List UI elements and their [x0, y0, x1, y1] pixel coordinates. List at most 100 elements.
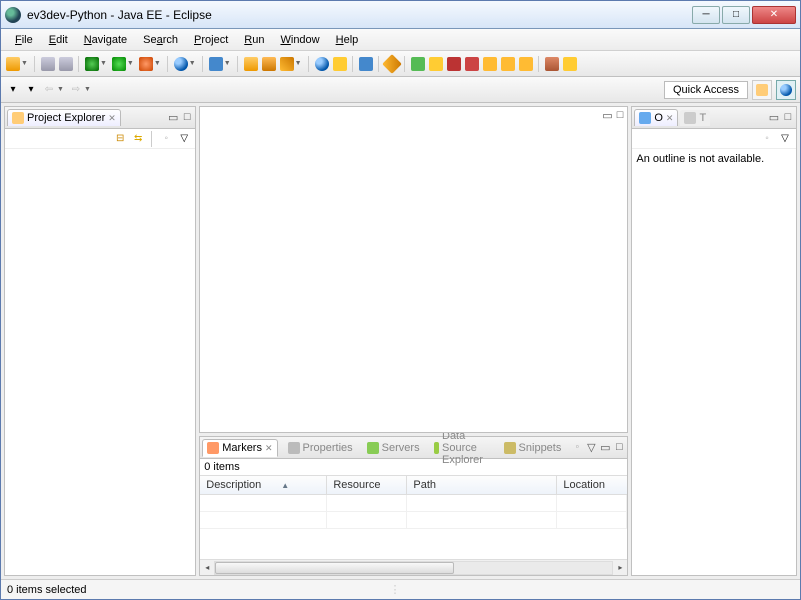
markers-table-body[interactable] — [200, 495, 627, 559]
markers-tab[interactable]: Markers ✕ — [202, 439, 277, 457]
snippets-icon — [504, 442, 516, 454]
bottom-maximize-icon[interactable]: □ — [613, 441, 625, 454]
col-location[interactable]: Location — [557, 476, 627, 494]
forward-button[interactable]: ⇨ — [68, 82, 84, 98]
project-explorer-tab[interactable]: Project Explorer ✕ — [7, 109, 121, 126]
search-button[interactable] — [314, 56, 330, 72]
scroll-right-icon[interactable]: ▸ — [613, 561, 627, 575]
outline-empty-text: An outline is not available. — [636, 153, 764, 165]
focus-task-button[interactable]: ◦ — [159, 132, 173, 146]
terminate-button[interactable] — [446, 56, 462, 72]
outline-view: O ✕ T ▭ □ ◦ ▽ An o — [631, 106, 797, 576]
debug-button[interactable] — [84, 56, 100, 72]
editor-maximize-icon[interactable]: □ — [617, 109, 624, 122]
new-ext-button[interactable] — [208, 56, 224, 72]
col-path[interactable]: Path — [407, 476, 557, 494]
servers-tab[interactable]: Servers — [363, 440, 424, 456]
outline-focus-button[interactable]: ◦ — [760, 132, 774, 146]
main-area: Project Explorer ✕ ▭ □ ⊟ ⇆ ◦ ▽ — [1, 103, 800, 579]
properties-icon — [288, 442, 300, 454]
menu-search[interactable]: Search — [135, 32, 186, 48]
menu-help[interactable]: Help — [328, 32, 367, 48]
col-description[interactable]: Description▲ — [200, 476, 327, 494]
save-all-button[interactable] — [58, 56, 74, 72]
javaee-perspective-button[interactable] — [776, 80, 796, 100]
back-button[interactable]: ⇦ — [41, 82, 57, 98]
maximize-button[interactable]: □ — [722, 6, 750, 24]
outline-menu-button[interactable]: ▽ — [778, 132, 792, 146]
outline-minimize-icon[interactable]: ▭ — [768, 111, 780, 124]
nav-toolbar: ▾ ▾ ⇦▼ ⇨▼ Quick Access — [1, 77, 800, 103]
search2-button[interactable] — [332, 56, 348, 72]
step-over-button[interactable] — [500, 56, 516, 72]
window-title: ev3dev-Python - Java EE - Eclipse — [27, 8, 692, 22]
close-markers-icon[interactable]: ✕ — [265, 443, 273, 454]
close-outline-icon[interactable]: ✕ — [666, 113, 674, 124]
focus-button[interactable]: ◦ — [571, 441, 583, 454]
run-last-button[interactable] — [138, 56, 154, 72]
editor-minimize-icon[interactable]: ▭ — [602, 109, 612, 122]
items-count: 0 items — [200, 459, 627, 475]
menu-file[interactable]: File — [7, 32, 41, 48]
view-menu-button[interactable]: ▽ — [177, 132, 191, 146]
col-resource[interactable]: Resource — [327, 476, 407, 494]
close-button[interactable]: ✕ — [752, 6, 796, 24]
statusbar: 0 items selected ⋮ — [1, 579, 800, 599]
status-grip-icon[interactable]: ⋮ — [390, 583, 401, 596]
table-row — [200, 512, 627, 529]
snippets-tab[interactable]: Snippets — [500, 440, 566, 456]
editor-area[interactable]: ▭ □ — [199, 106, 628, 433]
minimize-view-icon[interactable]: ▭ — [167, 111, 179, 124]
outline-maximize-icon[interactable]: □ — [782, 111, 794, 124]
task-list-tab[interactable]: T — [680, 110, 710, 126]
toggle-breadcrumb-button[interactable] — [358, 56, 374, 72]
open-perspective-button[interactable] — [752, 80, 772, 100]
maximize-view-icon[interactable]: □ — [181, 111, 193, 124]
new-server-button[interactable] — [173, 56, 189, 72]
table-row — [200, 495, 627, 512]
outline-tab[interactable]: O ✕ — [634, 109, 678, 126]
disconnect-button[interactable] — [464, 56, 480, 72]
open-task-button[interactable] — [261, 56, 277, 72]
ext1-button[interactable] — [544, 56, 560, 72]
quick-access[interactable]: Quick Access — [664, 81, 748, 99]
run-button[interactable] — [111, 56, 127, 72]
nav2-button[interactable]: ▾ — [23, 82, 39, 98]
outline-icon — [639, 112, 651, 124]
ext2-button[interactable] — [562, 56, 578, 72]
menu-navigate[interactable]: Navigate — [76, 32, 135, 48]
menu-window[interactable]: Window — [272, 32, 327, 48]
servers-icon — [367, 442, 379, 454]
properties-tab[interactable]: Properties — [284, 440, 357, 456]
minimize-button[interactable]: ─ — [692, 6, 720, 24]
status-text: 0 items selected — [7, 584, 86, 596]
open-type-button[interactable] — [243, 56, 259, 72]
suspend-button[interactable] — [428, 56, 444, 72]
close-tab-icon[interactable]: ✕ — [108, 113, 116, 124]
menu-edit[interactable]: Edit — [41, 32, 76, 48]
outline-toolbar: ◦ ▽ — [632, 129, 796, 149]
project-explorer-icon — [12, 112, 24, 124]
pin-button[interactable] — [384, 56, 400, 72]
collapse-all-button[interactable]: ⊟ — [113, 132, 127, 146]
new-dropdown-icon[interactable]: ▼ — [21, 60, 28, 67]
resume-button[interactable] — [410, 56, 426, 72]
nav1-button[interactable]: ▾ — [5, 82, 21, 98]
menu-project[interactable]: Project — [186, 32, 236, 48]
step-into-button[interactable] — [482, 56, 498, 72]
project-explorer-body[interactable] — [5, 149, 195, 575]
wrench-button[interactable] — [279, 56, 295, 72]
link-editor-button[interactable]: ⇆ — [131, 132, 145, 146]
task-icon — [684, 112, 696, 124]
new-button[interactable] — [5, 56, 21, 72]
titlebar[interactable]: ev3dev-Python - Java EE - Eclipse ─ □ ✕ — [1, 1, 800, 29]
scroll-left-icon[interactable]: ◂ — [200, 561, 214, 575]
view-menu-icon[interactable]: ▽ — [585, 441, 597, 454]
bottom-panel: Markers ✕ Properties Servers Data Source… — [199, 436, 628, 576]
scroll-thumb[interactable] — [215, 562, 453, 574]
menu-run[interactable]: Run — [236, 32, 272, 48]
bottom-minimize-icon[interactable]: ▭ — [599, 441, 611, 454]
horizontal-scrollbar[interactable]: ◂ ▸ — [200, 559, 627, 575]
save-button[interactable] — [40, 56, 56, 72]
step-return-button[interactable] — [518, 56, 534, 72]
